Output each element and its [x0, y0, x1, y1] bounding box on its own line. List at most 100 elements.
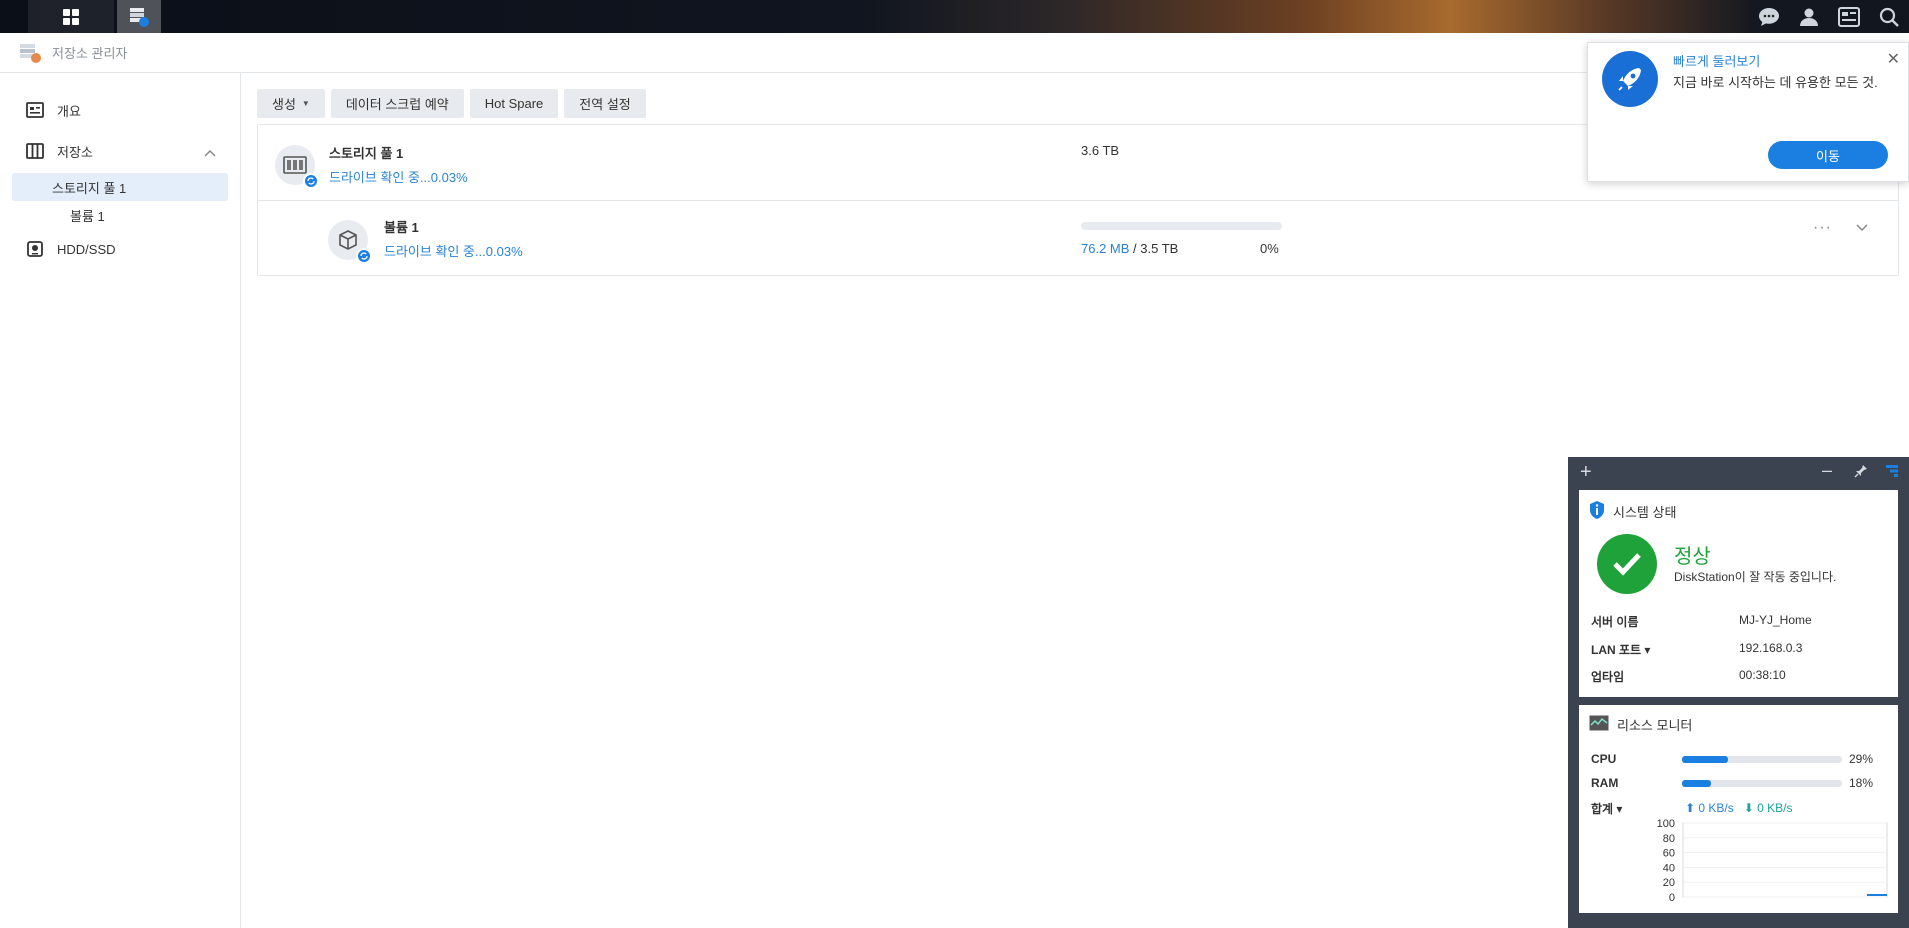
- volume-usage: 76.2 MB / 3.5 TB: [1081, 241, 1178, 256]
- chart-y-tick-label: 100: [1657, 819, 1675, 830]
- widget-icon: [1838, 6, 1860, 27]
- user-icon: [1800, 8, 1818, 26]
- volume-usage-bar: [1081, 222, 1282, 230]
- download-rate-value: 0 KB/s: [1757, 801, 1793, 815]
- chart-plot-area: [1682, 822, 1888, 898]
- go-button[interactable]: 이동: [1768, 141, 1888, 169]
- uptime-value: 00:38:10: [1739, 668, 1786, 682]
- global-settings-label: 전역 설정: [579, 97, 631, 112]
- ram-percent: 18%: [1849, 776, 1874, 790]
- network-rates: ⬆ 0 KB/s ⬇ 0 KB/s: [1685, 801, 1793, 815]
- divider: [258, 200, 1898, 201]
- minimize-icon[interactable]: –: [1822, 460, 1832, 481]
- chevron-down-icon[interactable]: [1856, 219, 1868, 235]
- resource-monitor-widget: 리소스 모니터 CPU 29% RAM 18% 합계 ▾ ⬆ 0 KB/s ⬇ …: [1579, 705, 1898, 913]
- widgets-button[interactable]: [1829, 0, 1869, 33]
- close-icon[interactable]: ✕: [1887, 49, 1900, 69]
- schedule-scrub-button[interactable]: 데이터 스크럽 예약: [330, 89, 464, 118]
- cpu-bar-fill: [1682, 756, 1729, 763]
- global-settings-button[interactable]: 전역 설정: [564, 89, 646, 118]
- system-status-header: 시스템 상태: [1589, 500, 1676, 523]
- quick-tour-body: 지금 바로 시작하는 데 유용한 모든 것.: [1673, 75, 1878, 90]
- volume-usage-percent: 0%: [1260, 241, 1279, 256]
- chart-y-tick-label: 40: [1663, 862, 1675, 874]
- hdd-icon: [25, 241, 45, 257]
- cpu-label: CPU: [1591, 752, 1617, 766]
- server-name-label: 서버 이름: [1591, 615, 1639, 629]
- add-widget-icon[interactable]: +: [1580, 461, 1592, 484]
- volume-total: / 3.5 TB: [1133, 241, 1179, 256]
- create-label: 생성: [272, 97, 296, 112]
- resource-monitor-header: 리소스 모니터: [1589, 715, 1692, 734]
- storage-manager-icon: [20, 43, 41, 63]
- lan-ip-value: 192.168.0.3: [1739, 641, 1803, 655]
- pin-icon[interactable]: [1854, 464, 1868, 483]
- server-name-value: MJ-YJ_Home: [1739, 613, 1812, 627]
- caret-down-icon: ▼: [301, 99, 310, 108]
- sidebar-item-storage-pool-1[interactable]: 스토리지 풀 1: [12, 173, 228, 201]
- system-status-title: 시스템 상태: [1613, 505, 1677, 520]
- lan-port-selector[interactable]: LAN 포트 ▾: [1591, 641, 1650, 658]
- system-status-widget: 시스템 상태 정상 DiskStation이 잘 작동 중입니다. 서버 이름 …: [1579, 490, 1898, 697]
- ram-bar-fill: [1682, 780, 1711, 787]
- pool-capacity: 3.6 TB: [1081, 143, 1120, 158]
- pool-status[interactable]: 드라이브 확인 중...0.03%: [329, 167, 468, 186]
- volume-icon: [328, 220, 372, 264]
- info-shield-icon: [1589, 500, 1605, 523]
- sync-icon: [356, 248, 372, 264]
- chart-y-tick-label: 60: [1663, 848, 1675, 860]
- quick-tour-title: 빠르게 둘러보기: [1673, 54, 1761, 69]
- taskbar: [0, 0, 1909, 33]
- widget-panel: + – 시스템 상태 정상 DiskStation이 잘 작동 중입니다. 서버…: [1568, 457, 1909, 928]
- main-menu-button[interactable]: [28, 0, 114, 33]
- chevron-up-icon[interactable]: [204, 145, 216, 160]
- create-button[interactable]: 생성 ▼: [257, 89, 325, 118]
- go-button-label: 이동: [1816, 148, 1840, 164]
- sidebar-item-label: 저장소: [57, 144, 93, 160]
- storage-icon: [25, 143, 45, 159]
- sidebar: 개요 저장소 스토리지 풀 1 볼륨 1 HDD/SSD: [0, 73, 241, 928]
- sidebar-item-volume-1[interactable]: 볼륨 1: [12, 201, 228, 229]
- scrub-label: 데이터 스크럽 예약: [345, 97, 449, 112]
- resource-monitor-title: 리소스 모니터: [1617, 718, 1693, 733]
- user-button[interactable]: [1789, 0, 1829, 33]
- download-rate: ⬇ 0 KB/s: [1743, 801, 1793, 815]
- sidebar-item-label: HDD/SSD: [57, 241, 116, 257]
- cpu-bar: [1682, 756, 1842, 763]
- chat-icon: [1759, 7, 1779, 26]
- volume-used: 76.2 MB: [1081, 241, 1130, 256]
- hot-spare-label: Hot Spare: [484, 96, 544, 111]
- more-options-icon[interactable]: ···: [1813, 219, 1832, 237]
- chart-y-tick-label: 20: [1663, 877, 1675, 889]
- storage-manager-taskbar-button[interactable]: [117, 0, 161, 33]
- network-selector[interactable]: 합계 ▾: [1591, 800, 1622, 817]
- sidebar-item-storage[interactable]: 저장소: [12, 137, 228, 165]
- health-state: 정상: [1674, 546, 1711, 568]
- quick-tour-popover: 빠르게 둘러보기 지금 바로 시작하는 데 유용한 모든 것. ✕ 이동: [1587, 42, 1909, 182]
- window-title: 저장소 관리자: [52, 46, 128, 61]
- chart-y-tick-label: 80: [1663, 833, 1675, 845]
- pool-name: 스토리지 풀 1: [329, 146, 404, 161]
- sidebar-item-hdd-ssd[interactable]: HDD/SSD: [12, 235, 228, 263]
- cpu-percent: 29%: [1849, 752, 1874, 766]
- search-icon: [1879, 7, 1899, 27]
- rocket-icon: [1602, 51, 1658, 107]
- resource-monitor-icon: [1589, 715, 1609, 734]
- upload-rate-value: 0 KB/s: [1698, 801, 1734, 815]
- volume-status[interactable]: 드라이브 확인 중...0.03%: [384, 241, 523, 260]
- health-description: DiskStation이 잘 작동 중입니다.: [1674, 570, 1837, 584]
- ram-label: RAM: [1591, 776, 1619, 790]
- checkmark-icon: [1597, 534, 1657, 594]
- taskbar-tray: [1749, 0, 1909, 33]
- sidebar-item-overview[interactable]: 개요: [12, 96, 228, 124]
- overview-icon: [25, 102, 45, 118]
- grid-icon: [63, 8, 79, 25]
- hot-spare-button[interactable]: Hot Spare: [469, 89, 559, 118]
- uptime-label: 업타임: [1591, 670, 1625, 684]
- search-button[interactable]: [1869, 0, 1909, 33]
- sidebar-item-label: 개요: [57, 103, 81, 119]
- notifications-button[interactable]: [1749, 0, 1789, 33]
- widget-layout-icon[interactable]: [1885, 464, 1899, 483]
- toolbar: 생성 ▼ 데이터 스크럽 예약 Hot Spare 전역 설정: [257, 89, 646, 118]
- sync-icon: [303, 173, 319, 189]
